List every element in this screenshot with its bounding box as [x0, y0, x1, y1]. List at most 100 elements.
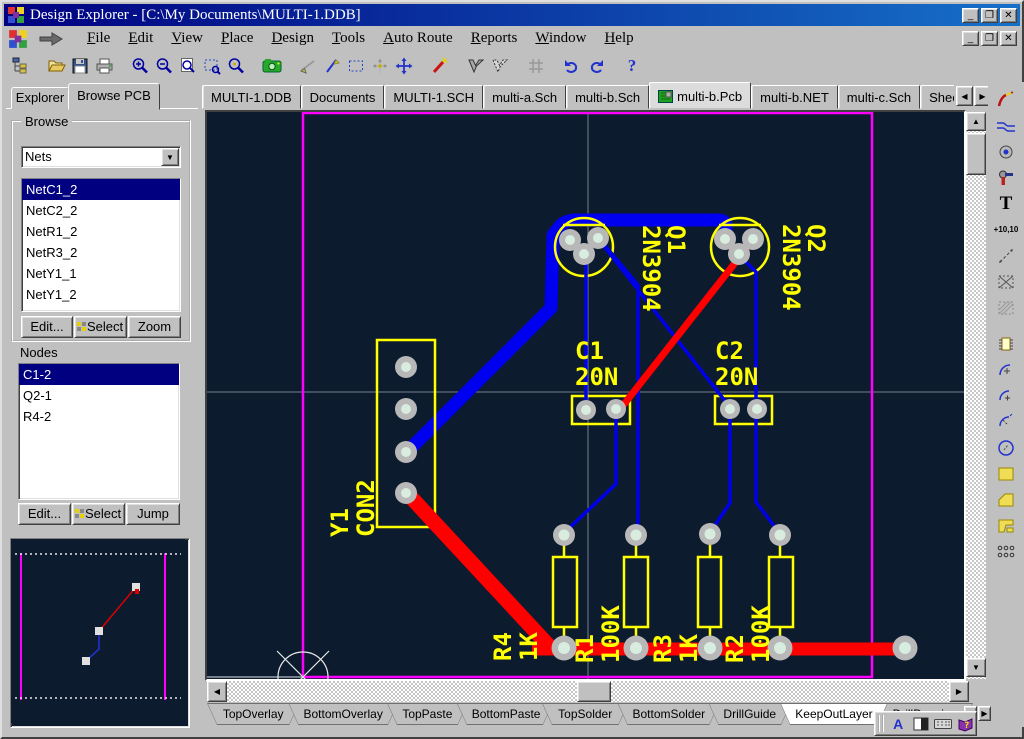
place-via-icon[interactable]	[993, 166, 1019, 189]
zoom-all-icon[interactable]	[176, 55, 200, 77]
list-item-net[interactable]: NetR1_2	[22, 221, 180, 242]
menu-place[interactable]: Place	[212, 28, 262, 49]
redo-icon[interactable]	[584, 55, 608, 77]
list-item-node[interactable]: Q2-1	[19, 385, 179, 406]
doc-tabs-scroll-left-icon[interactable]: ◀	[956, 86, 973, 106]
menu-design[interactable]: Design	[262, 28, 323, 49]
screen-capture-icon[interactable]	[260, 55, 284, 77]
browse-mode-combo[interactable]: Nets ▼	[21, 146, 181, 168]
minimize-button[interactable]: _	[962, 8, 979, 23]
place-string-icon[interactable]: T	[993, 192, 1019, 215]
layer-tab-topoverlay[interactable]: TopOverlay	[207, 703, 299, 725]
polygon-plane-icon[interactable]	[993, 488, 1019, 511]
menu-view[interactable]: View	[162, 28, 212, 49]
tab-documents[interactable]: Documents	[301, 85, 385, 109]
menu-file[interactable]: File	[78, 28, 119, 49]
zoom-area-icon[interactable]	[200, 55, 224, 77]
menu-edit[interactable]: Edit	[119, 28, 162, 49]
polygon-outline-icon[interactable]	[464, 55, 488, 77]
tab-multi-b-net[interactable]: multi-b.NET	[751, 85, 838, 109]
place-fill-hatch-icon[interactable]	[993, 296, 1019, 319]
tab-multi-1-ddb[interactable]: MULTI-1.DDB	[202, 85, 301, 109]
pcb-editor-view[interactable]: Q12N3904 Q22N3904 C1 20N C2 20N Y1CON2 R…	[205, 110, 966, 681]
arc-any-angle-icon[interactable]	[993, 410, 1019, 433]
tab-multi-b-pcb[interactable]: multi-b.Pcb	[649, 82, 751, 109]
full-circle-icon[interactable]	[993, 436, 1019, 459]
nets-zoom-button[interactable]: Zoom	[128, 316, 181, 338]
arc-center-icon[interactable]	[993, 384, 1019, 407]
menu-reports[interactable]: Reports	[462, 28, 527, 49]
place-coordinate-icon[interactable]: +10,10	[993, 218, 1019, 241]
label-c2-ref[interactable]: C2	[715, 337, 744, 365]
scroll-down-icon[interactable]: ▼	[966, 658, 986, 677]
interactive-routing-icon[interactable]	[993, 88, 1019, 111]
layer-tab-bottompaste[interactable]: BottomPaste	[457, 703, 553, 725]
list-item-net[interactable]: NetY1_1	[22, 263, 180, 284]
place-room-icon[interactable]	[993, 270, 1019, 293]
mdi-restore-button[interactable]: ❐	[981, 31, 998, 46]
menu-tools[interactable]: Tools	[323, 28, 374, 49]
layer-tab-bottomsolder[interactable]: BottomSolder	[617, 703, 719, 725]
close-button[interactable]: ✕	[1000, 8, 1017, 23]
menu-auto-route[interactable]: Auto Route	[374, 28, 462, 49]
scroll-right-icon[interactable]: ▶	[949, 681, 969, 702]
tab-sheet1-sch[interactable]: Sheet1.Sch	[920, 85, 954, 109]
pad-array-icon[interactable]	[993, 540, 1019, 563]
list-item-net[interactable]: NetY1_2	[22, 284, 180, 305]
combo-dropdown-icon[interactable]: ▼	[161, 148, 179, 166]
horizontal-scroll-thumb[interactable]	[577, 681, 611, 702]
nodes-jump-button[interactable]: Jump	[126, 503, 180, 525]
floating-mini-toolbar[interactable]: A ?	[874, 711, 977, 736]
document-system-icon[interactable]	[8, 29, 28, 49]
list-item-node[interactable]: R4-2	[19, 406, 179, 427]
menu-help[interactable]: Help	[595, 28, 642, 49]
list-item-net[interactable]: NetC1_2	[22, 179, 180, 200]
place-dimension-icon[interactable]	[993, 244, 1019, 267]
panels-icon[interactable]	[910, 714, 931, 733]
text-find-icon[interactable]: A	[888, 714, 909, 733]
nets-select-button[interactable]: Select	[74, 316, 127, 338]
shortcut-keys-icon[interactable]	[933, 714, 954, 733]
system-menu-arrow-icon[interactable]	[38, 32, 64, 46]
toggle-grid-icon[interactable]	[524, 55, 548, 77]
vertical-scrollbar[interactable]: ▲ ▼	[966, 112, 986, 679]
nodes-list[interactable]: C1-2 Q2-1 R4-2	[18, 363, 180, 500]
tab-multi-a-sch[interactable]: multi-a.Sch	[483, 85, 566, 109]
mdi-minimize-button[interactable]: _	[962, 31, 979, 46]
nodes-select-button[interactable]: Select	[72, 503, 125, 525]
zoom-out-icon[interactable]	[152, 55, 176, 77]
menu-window[interactable]: Window	[526, 28, 595, 49]
scroll-left-icon[interactable]: ◀	[207, 681, 227, 702]
scroll-up-icon[interactable]: ▲	[966, 112, 986, 131]
coordinate-lines-icon[interactable]	[993, 114, 1019, 137]
zoom-in-icon[interactable]	[128, 55, 152, 77]
list-item-net[interactable]: NetC2_2	[22, 200, 180, 221]
split-plane-icon[interactable]	[993, 514, 1019, 537]
place-pad-icon[interactable]	[993, 140, 1019, 163]
restore-button[interactable]: ❐	[981, 8, 998, 23]
label-r4[interactable]: R41K	[489, 632, 543, 661]
explorer-toggle-icon[interactable]	[8, 55, 32, 77]
undo-icon[interactable]	[560, 55, 584, 77]
save-icon[interactable]	[68, 55, 92, 77]
tab-multi-b-sch[interactable]: multi-b.Sch	[566, 85, 649, 109]
layer-tabs-scroll-right-icon[interactable]: ▶	[978, 706, 991, 721]
board-minimap[interactable]	[10, 538, 190, 728]
list-item-node[interactable]: C1-2	[19, 364, 179, 385]
help-book-icon[interactable]: ?	[956, 714, 977, 733]
layer-tab-bottomoverlay[interactable]: BottomOverlay	[288, 703, 398, 725]
list-item-net[interactable]: NetR3_2	[22, 242, 180, 263]
zoom-point-icon[interactable]	[224, 55, 248, 77]
move-tool-icon[interactable]	[392, 55, 416, 77]
wizard-icon[interactable]	[428, 55, 452, 77]
polygon-hatched-icon[interactable]	[488, 55, 512, 77]
open-document-icon[interactable]	[44, 55, 68, 77]
arc-edge-icon[interactable]	[993, 358, 1019, 381]
tab-multi-1-sch[interactable]: MULTI-1.SCH	[384, 85, 483, 109]
tab-browse-pcb[interactable]: Browse PCB	[68, 83, 160, 110]
label-c1-value[interactable]: 20N	[575, 363, 618, 391]
toolbar-grip[interactable]	[878, 715, 884, 732]
label-c1-ref[interactable]: C1	[575, 337, 604, 365]
help-icon[interactable]: ?	[620, 55, 644, 77]
place-component-icon[interactable]	[993, 332, 1019, 355]
